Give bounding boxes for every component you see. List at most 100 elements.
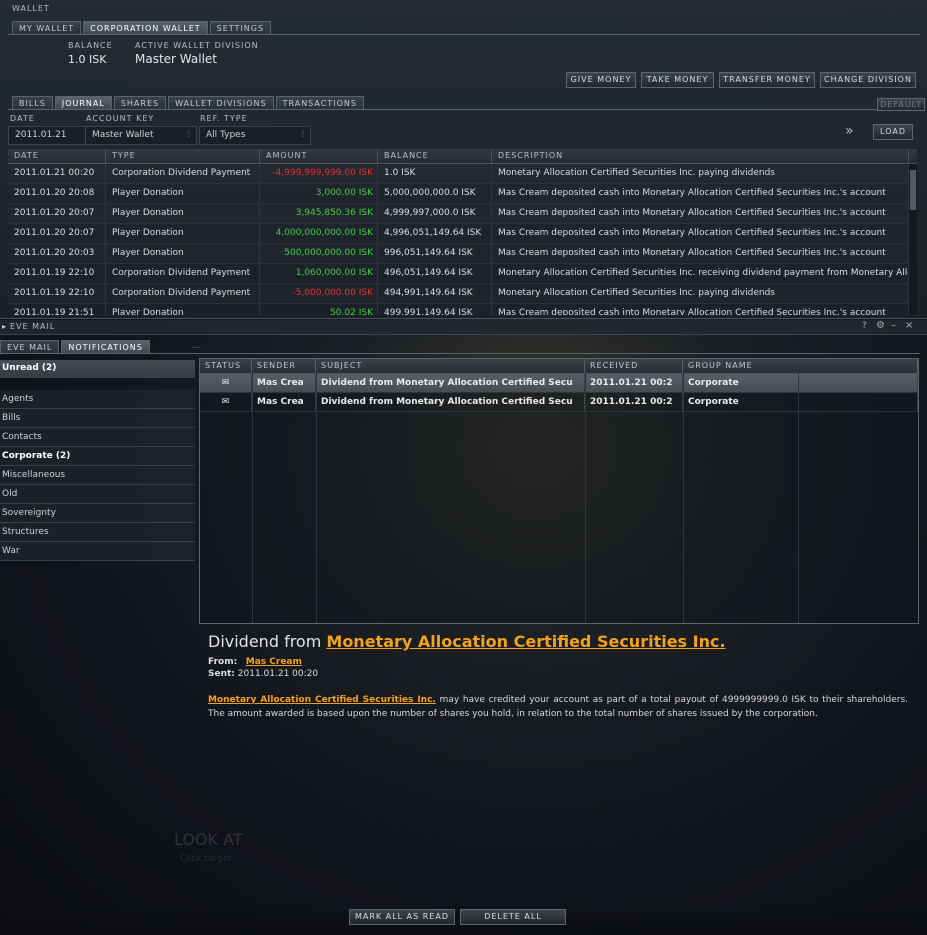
journal-scrollbar[interactable] bbox=[909, 164, 917, 315]
table-row[interactable]: 2011.01.21 00:20 Corporation Dividend Pay… bbox=[8, 164, 917, 184]
delete-all-button[interactable]: DELETE ALL bbox=[460, 909, 566, 925]
notification-row[interactable]: ✉ Mas Crea Dividend from Monetary Allocati… bbox=[200, 393, 918, 412]
sidebar-item-structures[interactable]: Structures bbox=[0, 523, 195, 542]
row-type: Corporation Dividend Payment bbox=[106, 264, 260, 283]
ref-type-value: All Types bbox=[206, 130, 246, 140]
col-sender[interactable]: SENDER bbox=[252, 359, 316, 373]
wallet-main-tabs: MY WALLET CORPORATION WALLET SETTINGS bbox=[12, 21, 272, 35]
tab-transactions[interactable]: TRANSACTIONS bbox=[275, 96, 364, 110]
tab-settings[interactable]: SETTINGS bbox=[209, 21, 272, 35]
table-row[interactable]: 2011.01.20 20:03 Player Donation 500,000,0… bbox=[8, 244, 917, 264]
row-balance: 494,991,149.64 ISK bbox=[378, 284, 492, 303]
ref-type-select[interactable]: All Types ⫶ bbox=[199, 126, 311, 145]
envelope-icon: ✉ bbox=[200, 374, 252, 392]
table-row[interactable]: 2011.01.19 22:10 Corporation Dividend Pay… bbox=[8, 284, 917, 304]
col-received[interactable]: RECEIVED bbox=[585, 359, 683, 373]
sidebar-item-miscellaneous[interactable]: Miscellaneous bbox=[0, 466, 195, 485]
notification-title: Dividend from Monetary Allocation Certif… bbox=[208, 632, 908, 651]
tab-corporation-wallet[interactable]: CORPORATION WALLET bbox=[83, 21, 208, 35]
col-description[interactable]: DESCRIPTION bbox=[492, 149, 909, 163]
tab-divider bbox=[8, 34, 920, 35]
mark-all-as-read-button[interactable]: MARK ALL AS READ bbox=[349, 909, 455, 925]
col-divider bbox=[316, 373, 317, 623]
row-type: Corporation Dividend Payment bbox=[106, 164, 260, 183]
sender-link[interactable]: Mas Cream bbox=[246, 657, 302, 667]
scroll-thumb[interactable] bbox=[910, 170, 916, 210]
tab-bills[interactable]: BILLS bbox=[12, 96, 53, 110]
tab-shares[interactable]: SHARES bbox=[113, 96, 167, 110]
sidebar-item-sovereignty[interactable]: Sovereignty bbox=[0, 504, 195, 523]
sent-value: 2011.01.21 00:20 bbox=[237, 669, 319, 679]
table-row[interactable]: 2011.01.20 20:07 Player Donation 4,000,000… bbox=[8, 224, 917, 244]
sidebar-item-contacts[interactable]: Contacts bbox=[0, 428, 195, 447]
sidebar-item-corporate[interactable]: Corporate (2) bbox=[0, 447, 195, 466]
more-tabs[interactable]: ... bbox=[192, 340, 201, 354]
tab-journal[interactable]: JOURNAL bbox=[54, 96, 112, 110]
sidebar-items: Agents Bills Contacts Corporate (2) Miscella… bbox=[0, 390, 195, 561]
sidebar-item-agents[interactable]: Agents bbox=[0, 390, 195, 409]
corporation-link[interactable]: Monetary Allocation Certified Securities… bbox=[326, 632, 725, 651]
row-description: Mas Cream deposited cash into Monetary A… bbox=[492, 224, 909, 243]
sidebar-item-war[interactable]: War bbox=[0, 542, 195, 561]
row-date: 2011.01.20 20:07 bbox=[8, 224, 106, 243]
amount-value: -5,000,000.00 bbox=[292, 288, 356, 298]
table-row[interactable]: 2011.01.19 21:51 Player Donation 50.02 ISK… bbox=[8, 304, 917, 315]
from-line: From: Mas Cream bbox=[208, 657, 908, 667]
gear-icon[interactable]: ⚙ bbox=[876, 320, 885, 331]
give-money-button[interactable]: GIVE MONEY bbox=[566, 72, 636, 88]
close-icon[interactable]: × bbox=[905, 320, 913, 331]
col-subject[interactable]: SUBJECT bbox=[316, 359, 585, 373]
body-corporation-link[interactable]: Monetary Allocation Certified Securities… bbox=[208, 695, 436, 705]
mail-tab-divider bbox=[0, 353, 920, 354]
sent-line: Sent: 2011.01.21 00:20 bbox=[208, 669, 908, 679]
col-divider bbox=[683, 373, 684, 623]
row-balance: 996,051,149.64 ISK bbox=[378, 244, 492, 263]
col-divider bbox=[585, 373, 586, 623]
date-input[interactable]: 2011.01.21 bbox=[8, 126, 86, 145]
notification-body: Monetary Allocation Certified Securities… bbox=[208, 693, 908, 721]
col-date[interactable]: DATE bbox=[8, 149, 106, 163]
account-key-select[interactable]: Master Wallet ⫶ bbox=[85, 126, 197, 145]
notification-row[interactable]: ✉ Mas Crea Dividend from Monetary Allocati… bbox=[200, 374, 918, 393]
col-type[interactable]: TYPE bbox=[106, 149, 260, 163]
sidebar-item-unread[interactable]: Unread (2) bbox=[0, 360, 195, 378]
wallet-sub-tabs: BILLS JOURNAL SHARES WALLET DIVISIONS TR… bbox=[12, 96, 364, 110]
tab-eve-mail[interactable]: EVE MAIL bbox=[0, 340, 60, 354]
row-sender: Mas Crea bbox=[252, 393, 316, 411]
load-button[interactable]: LOAD bbox=[873, 124, 913, 140]
row-balance: 4,996,051,149.64 ISK bbox=[378, 224, 492, 243]
expand-arrows-icon[interactable]: » bbox=[845, 123, 865, 143]
transfer-money-button[interactable]: TRANSFER MONEY bbox=[719, 72, 815, 88]
amount-currency: ISK bbox=[358, 208, 373, 218]
minimize-icon[interactable]: – bbox=[891, 320, 896, 331]
amount-currency: ISK bbox=[358, 268, 373, 278]
row-type: Player Donation bbox=[106, 184, 260, 203]
tab-notifications[interactable]: NOTIFICATIONS bbox=[61, 340, 150, 354]
notification-reading-pane: Dividend from Monetary Allocation Certif… bbox=[208, 632, 908, 721]
tab-wallet-divisions[interactable]: WALLET DIVISIONS bbox=[168, 96, 274, 110]
table-row[interactable]: 2011.01.19 22:10 Corporation Dividend Pay… bbox=[8, 264, 917, 284]
row-balance: 499,991,149.64 ISK bbox=[378, 304, 492, 315]
sidebar-item-old[interactable]: Old bbox=[0, 485, 195, 504]
take-money-button[interactable]: TAKE MONEY bbox=[641, 72, 714, 88]
amount-value: -4,999,999,999.00 bbox=[272, 168, 356, 178]
table-row[interactable]: 2011.01.20 20:08 Player Donation 3,000.00 … bbox=[8, 184, 917, 204]
col-group-name[interactable]: GROUP NAME bbox=[683, 359, 918, 373]
sidebar-item-bills[interactable]: Bills bbox=[0, 409, 195, 428]
col-balance[interactable]: BALANCE bbox=[378, 149, 492, 163]
subtab-divider bbox=[8, 109, 920, 110]
row-amount: 1,060,000.00 ISK bbox=[260, 264, 378, 283]
default-button[interactable]: DEFAULT bbox=[877, 98, 925, 111]
tab-my-wallet[interactable]: MY WALLET bbox=[12, 21, 82, 35]
row-description: Mas Cream deposited cash into Monetary A… bbox=[492, 304, 909, 315]
col-amount[interactable]: AMOUNT bbox=[260, 149, 378, 163]
amount-value: 50.02 bbox=[330, 308, 356, 315]
account-key-value: Master Wallet bbox=[92, 130, 154, 140]
notifications-table: STATUS SENDER SUBJECT RECEIVED GROUP NAM… bbox=[199, 358, 919, 624]
collapse-triangle-icon[interactable]: ▸ bbox=[2, 322, 6, 331]
help-icon[interactable]: ? bbox=[862, 321, 867, 331]
table-row[interactable]: 2011.01.20 20:07 Player Donation 3,945,850… bbox=[8, 204, 917, 224]
change-division-button[interactable]: CHANGE DIVISION bbox=[820, 72, 916, 88]
col-status[interactable]: STATUS bbox=[200, 359, 252, 373]
row-type: Player Donation bbox=[106, 204, 260, 223]
